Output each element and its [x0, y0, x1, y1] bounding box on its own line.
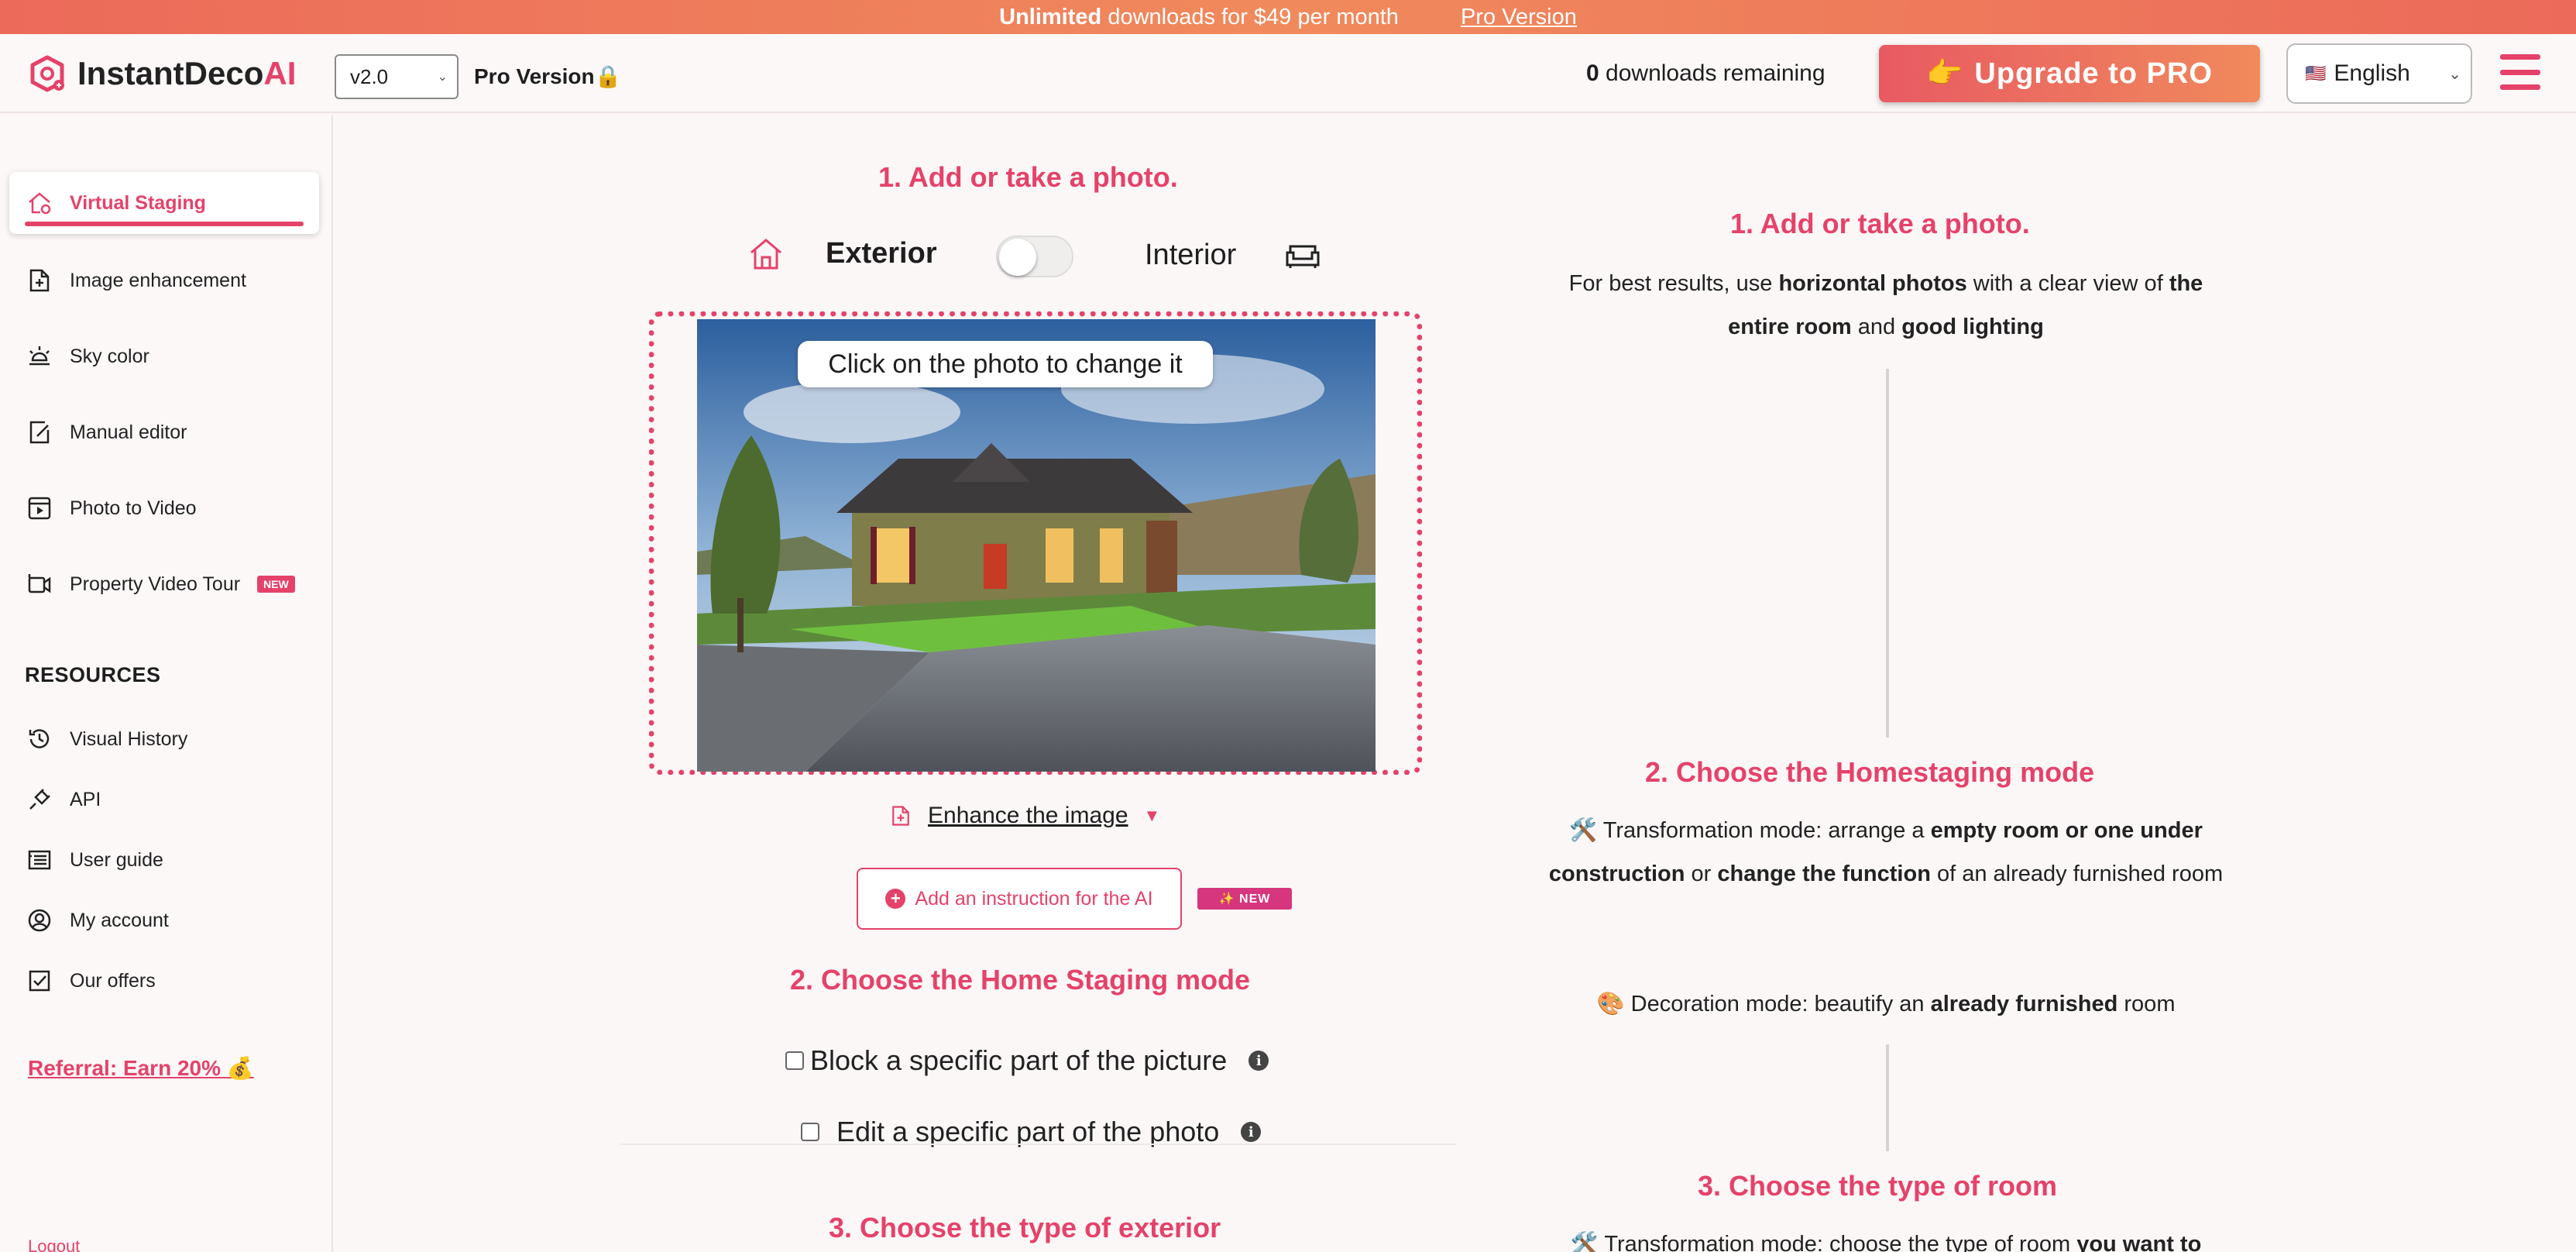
enhance-image-label: Enhance the image	[928, 803, 1128, 828]
sidebar-item-visual-history[interactable]: Visual History	[0, 716, 333, 762]
guide-step2-title: 2. Choose the Homestaging mode	[1645, 756, 2095, 788]
add-instruction-label: Add an instruction for the AI	[915, 887, 1153, 910]
info-icon[interactable]: i	[1249, 1051, 1269, 1071]
plus-circle-icon: +	[885, 889, 906, 909]
block-part-label: Block a specific part of the picture	[810, 1044, 1228, 1076]
sidebar-item-api[interactable]: API	[0, 776, 333, 823]
edit-part-checkbox[interactable]	[801, 1123, 819, 1141]
checkbox-icon	[29, 970, 50, 992]
sofa-icon	[1286, 245, 1320, 268]
chevron-down-icon: ⌄	[2448, 65, 2461, 83]
enhance-image-toggle[interactable]: Enhance the image ▼	[889, 803, 1160, 829]
sidebar-item-user-guide[interactable]: User guide	[0, 837, 333, 883]
sidebar-item-photo-to-video[interactable]: Photo to Video	[0, 485, 333, 531]
promo-text: Unlimited downloads for $49 per month	[999, 4, 1399, 29]
caret-down-icon: ▼	[1143, 806, 1161, 825]
version-value: v2.0	[350, 64, 389, 88]
upgrade-label: Upgrade to PRO	[1974, 57, 2213, 90]
block-part-checkbox[interactable]	[785, 1051, 804, 1070]
new-badge: NEW	[257, 576, 295, 593]
video-icon	[28, 497, 51, 520]
divider	[620, 1144, 1456, 1145]
brand-logo[interactable]: InstantDecoAI	[28, 54, 296, 93]
logout-link[interactable]: Logout	[28, 1237, 80, 1252]
exterior-label[interactable]: Exterior	[826, 237, 937, 270]
guide-divider	[1886, 369, 1889, 738]
pointing-hand-icon: 👉	[1926, 57, 1964, 90]
brand-name: InstantDecoAI	[77, 55, 297, 91]
promo-banner: Unlimited downloads for $49 per month Pr…	[0, 0, 2576, 34]
pro-version-link[interactable]: Pro Version	[1461, 5, 1577, 30]
user-circle-icon	[28, 909, 51, 932]
downloads-remaining: 0 downloads remaining	[1586, 60, 1826, 86]
sidebar-item-image-enhancement[interactable]: Image enhancement	[0, 257, 333, 304]
resources-heading: RESOURCES	[25, 663, 161, 686]
guide-step3-title: 3. Choose the type of room	[1698, 1170, 2058, 1202]
new-badge: ✨ NEW	[1197, 888, 1292, 910]
guide-step2-text: 🛠️ Transformation mode: arrange a empty …	[1548, 818, 2224, 886]
plug-icon	[29, 789, 50, 810]
sidebar-item-our-offers[interactable]: Our offers	[0, 958, 333, 1004]
block-part-option[interactable]: Block a specific part of the picture i	[785, 1044, 1269, 1077]
interior-label[interactable]: Interior	[1145, 239, 1236, 272]
sidebar-item-my-account[interactable]: My account	[0, 897, 333, 944]
home-gear-icon	[29, 192, 51, 215]
edit-icon	[29, 421, 50, 444]
image-enhance-icon	[29, 269, 50, 292]
toggle-knob	[999, 239, 1036, 276]
step1-title: 1. Add or take a photo.	[878, 161, 1178, 193]
add-instruction-button[interactable]: + Add an instruction for the AI	[857, 868, 1182, 930]
referral-link[interactable]: Referral: Earn 20% 💰	[28, 1055, 254, 1081]
camera-icon	[28, 574, 51, 593]
sidebar-item-manual-editor[interactable]: Manual editor	[0, 409, 333, 456]
language-value: English	[2334, 60, 2410, 86]
list-icon	[28, 850, 51, 870]
hamburger-menu-icon[interactable]	[2500, 54, 2540, 90]
sidebar-item-property-video-tour[interactable]: Property Video Tour NEW	[0, 561, 333, 607]
top-bar: InstantDecoAI v2.0 ⌄ Pro Version🔒 0 down…	[0, 34, 2576, 113]
info-icon[interactable]: i	[1241, 1122, 1262, 1142]
history-icon	[29, 729, 50, 748]
image-enhance-icon	[892, 806, 909, 826]
guide-divider	[1886, 1044, 1889, 1151]
sun-icon	[29, 346, 50, 366]
step2-title: 2. Choose the Home Staging mode	[790, 964, 1251, 996]
logo-icon	[30, 55, 64, 92]
sidebar: Virtual Staging Image enhancement Sky co…	[0, 115, 333, 1252]
version-select[interactable]: v2.0 ⌄	[335, 54, 459, 99]
sidebar-item-sky-color[interactable]: Sky color	[0, 333, 333, 380]
pro-version-label: Pro Version🔒	[474, 64, 622, 88]
upgrade-button[interactable]: 👉 Upgrade to PRO	[1879, 45, 2260, 102]
chevron-down-icon: ⌄	[437, 71, 448, 84]
step3-title: 3. Choose the type of exterior	[829, 1212, 1221, 1243]
guide-step3-text: 🛠️ Transformation mode: choose the type …	[1570, 1232, 2202, 1252]
sidebar-item-virtual-staging[interactable]: Virtual Staging	[9, 172, 319, 234]
photo-change-hint: Click on the photo to change it	[798, 341, 1213, 387]
us-flag-icon: 🇺🇸	[2305, 64, 2327, 83]
guide-step1-text: For best results, use horizontal photos …	[1568, 271, 2203, 339]
guide-step2-decoration: 🎨 Decoration mode: beautify an already f…	[1596, 992, 2176, 1016]
exterior-interior-toggle[interactable]	[996, 236, 1073, 277]
language-select[interactable]: 🇺🇸 English ⌄	[2286, 43, 2472, 104]
house-icon	[750, 239, 781, 270]
guide-step1-title: 1. Add or take a photo.	[1730, 208, 2030, 239]
